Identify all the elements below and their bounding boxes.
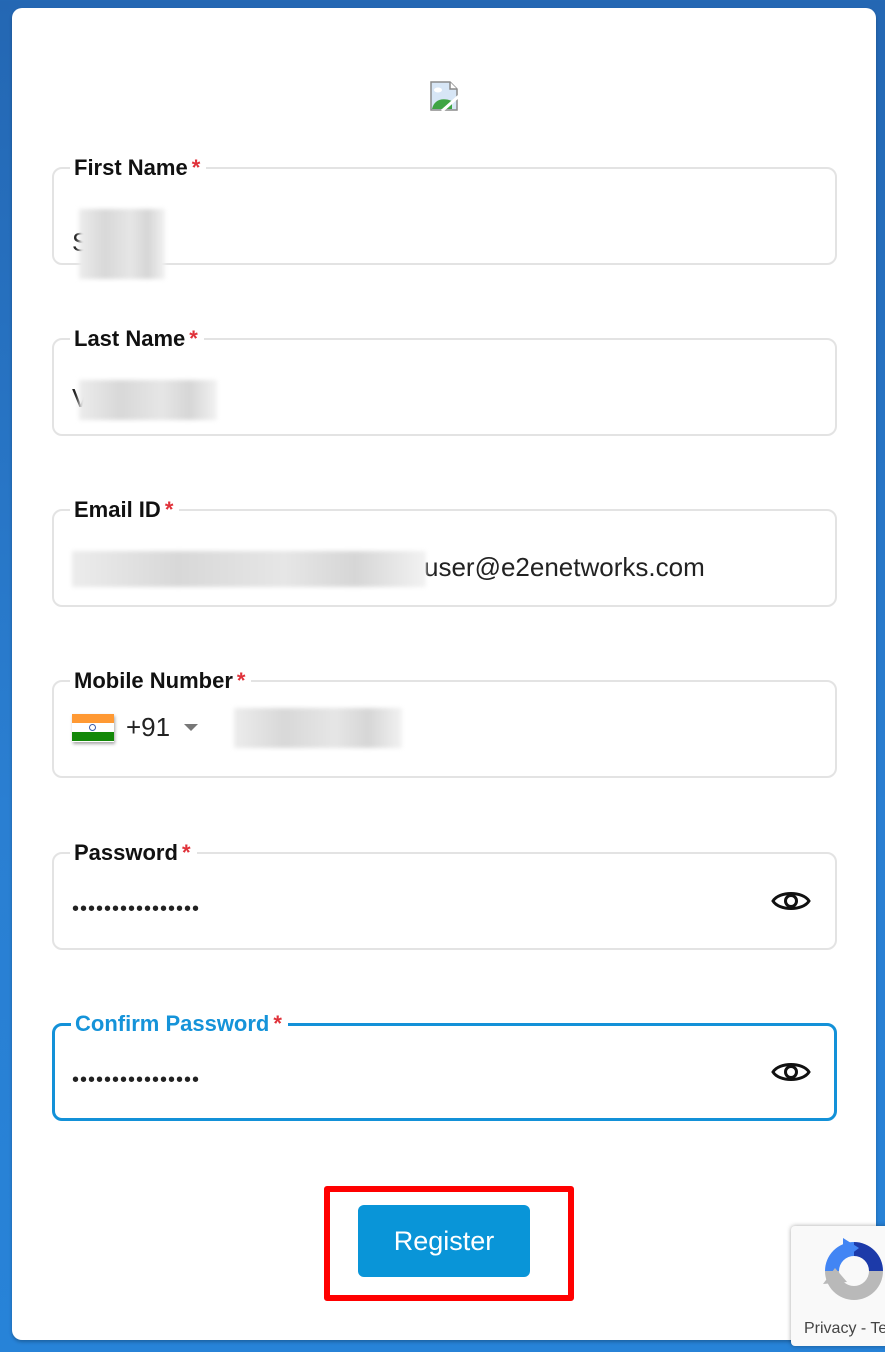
password-label: Password * [74, 840, 191, 865]
password-input[interactable]: •••••••••••••••• [72, 898, 200, 921]
redacted-text [79, 380, 218, 420]
required-asterisk: * [164, 497, 174, 522]
chevron-down-icon [184, 724, 199, 731]
last-name-label: Last Name * [74, 326, 198, 351]
confirm-password-input[interactable]: •••••••••••••••• [72, 1069, 200, 1092]
redacted-text [79, 209, 166, 279]
eye-icon[interactable] [771, 1057, 811, 1087]
mobile-number-input[interactable] [234, 708, 402, 748]
confirm-password-label: Confirm Password * [75, 1011, 282, 1036]
first-name-outline: First Name * [52, 155, 837, 265]
recaptcha-icon [823, 1238, 883, 1300]
last-name-input[interactable]: V [72, 380, 218, 420]
required-asterisk: * [191, 155, 201, 180]
register-button[interactable]: Register [358, 1205, 530, 1277]
required-asterisk: * [189, 326, 198, 351]
first-name-field[interactable]: First Name* S [52, 155, 837, 279]
broken-image-icon [430, 81, 460, 112]
first-name-input[interactable]: S [72, 209, 166, 279]
mobile-number-field[interactable]: Mobile Number * +91 [52, 668, 837, 778]
required-asterisk: * [273, 1011, 282, 1036]
required-asterisk: * [181, 840, 191, 865]
required-asterisk: * [236, 668, 246, 693]
first-name-label: First Name * [74, 155, 201, 180]
dial-code: +91 [126, 712, 171, 742]
email-input[interactable]: user@e2enetworks.com [72, 551, 705, 587]
password-field[interactable]: Password * •••••••••••••••• [52, 840, 837, 950]
email-label: Email ID * [74, 497, 174, 522]
last-name-field[interactable]: Last Name* V [52, 326, 837, 436]
eye-icon[interactable] [771, 886, 811, 916]
email-field[interactable]: Email ID * user@e2enetworks.com [52, 497, 837, 607]
confirm-password-field[interactable]: Confirm Password * •••••••••••••••• [52, 1011, 837, 1121]
country-code-selector[interactable]: +91 [72, 712, 199, 743]
redacted-text [72, 551, 426, 587]
recaptcha-badge[interactable]: Privacy - Terms [791, 1226, 885, 1346]
recaptcha-links[interactable]: Privacy - Terms [804, 1320, 885, 1338]
mobile-number-label: Mobile Number * [74, 668, 246, 693]
registration-card: First Name* S Last Name* V Email ID* use… [12, 8, 876, 1340]
india-flag-icon [72, 713, 114, 742]
